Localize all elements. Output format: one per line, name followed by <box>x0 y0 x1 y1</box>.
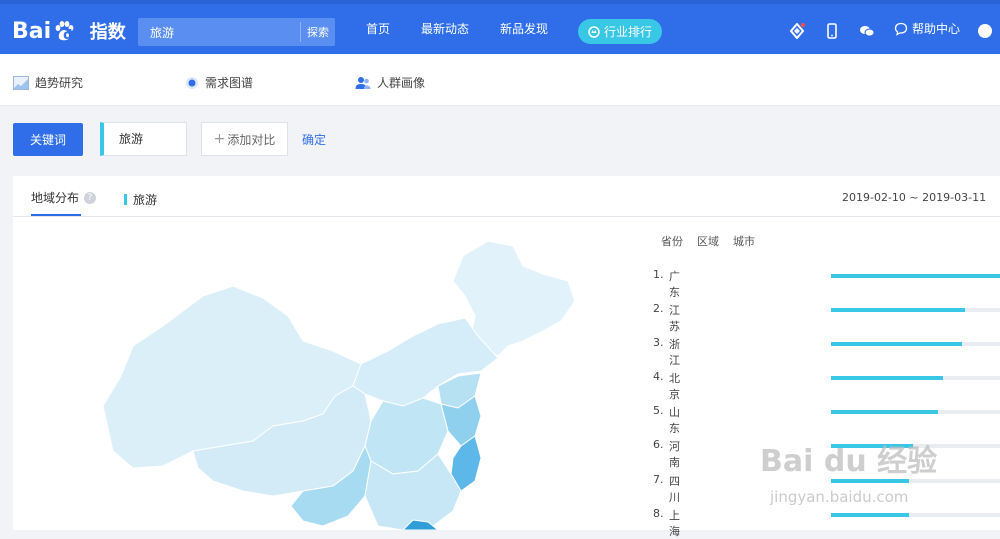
series-legend: 旅游 <box>124 191 157 208</box>
watermark-url: jingyan.baidu.com <box>770 488 909 506</box>
ranking-bar-fill <box>831 410 939 414</box>
baidu-index-logo[interactable]: Bai du 指数 <box>12 16 126 46</box>
nav-home[interactable]: 首页 <box>366 20 390 37</box>
search-box: 探索 <box>138 18 335 46</box>
ranking-bar-fill <box>831 274 1000 278</box>
help-question-icon[interactable]: ? <box>84 191 97 204</box>
search-input[interactable] <box>138 18 300 46</box>
ranking-bar-track <box>831 308 1000 312</box>
ranking-province-name: 广东 <box>669 270 680 299</box>
region-distribution-panel: 地域分布 ? 旅游 2019-02-10 ~ 2019-03-11 省份 区域 … <box>13 176 1000 538</box>
ranking-province-name: 山东 <box>669 406 680 435</box>
ranking-province-name: 江苏 <box>669 304 680 333</box>
industry-ranking-label: 行业排行 <box>603 25 652 39</box>
sub-navigation: 趋势研究 需求图谱 人群画像 <box>0 54 1000 106</box>
date-range[interactable]: 2019-02-10 ~ 2019-03-11 <box>842 191 986 204</box>
confirm-link[interactable]: 确定 <box>302 131 326 148</box>
keyword-chip[interactable]: 旅游 <box>100 122 187 156</box>
legend-label: 旅游 <box>133 193 158 207</box>
ranking-bar-fill <box>831 513 910 517</box>
ranking-bar-fill <box>831 376 944 380</box>
ranking-bar-track <box>831 274 1000 278</box>
crown-icon <box>588 25 600 38</box>
active-tab-indicator <box>31 214 81 216</box>
industry-ranking-button[interactable]: 行业排行 <box>578 19 662 44</box>
ranking-bar-track <box>831 342 1000 346</box>
ranking-bar-fill <box>831 308 966 312</box>
subnav-crowd-portrait-label: 人群画像 <box>377 76 426 90</box>
tab-region-distribution[interactable]: 地域分布 ? <box>31 189 97 206</box>
ranking-province-name: 浙江 <box>669 338 680 367</box>
subnav-crowd-portrait[interactable]: 人群画像 <box>355 74 425 91</box>
wechat-icon[interactable] <box>859 23 875 39</box>
people-icon <box>355 76 371 89</box>
ranking-province-name: 四川 <box>669 475 680 504</box>
logo-text-2: du <box>63 27 82 43</box>
keyword-button[interactable]: 关键词 <box>13 123 83 156</box>
diamond-logo-icon[interactable] <box>789 23 805 39</box>
nav-new-products[interactable]: 新品发现 <box>500 20 548 37</box>
panel-tabs: 地域分布 ? 旅游 2019-02-10 ~ 2019-03-11 <box>13 176 1000 217</box>
subnav-trend-research[interactable]: 趋势研究 <box>13 74 83 91</box>
subnav-trend-research-label: 趋势研究 <box>35 76 84 90</box>
tab-region-distribution-label: 地域分布 <box>31 191 80 205</box>
search-button[interactable]: 探索 <box>300 22 335 42</box>
ranking-bar-track <box>831 513 1000 517</box>
chat-bubble-icon <box>894 22 908 36</box>
china-heat-map[interactable] <box>103 236 583 530</box>
subnav-demand-graph[interactable]: 需求图谱 <box>185 74 253 91</box>
target-dot-icon <box>186 76 198 89</box>
logo-subtitle: 指数 <box>89 22 126 43</box>
ranking-province-name: 北京 <box>669 372 680 401</box>
legend-color-marker <box>124 194 127 205</box>
help-center-label: 帮助中心 <box>912 22 961 36</box>
ranking-province-name: 河南 <box>669 440 680 469</box>
ranking-bar-fill <box>831 342 962 346</box>
user-avatar[interactable] <box>978 24 992 38</box>
plus-icon: + <box>213 131 226 147</box>
subnav-demand-graph-label: 需求图谱 <box>205 76 254 90</box>
ranking-bar-track <box>831 410 1000 414</box>
help-center-link[interactable]: 帮助中心 <box>894 20 960 37</box>
top-bar: Bai du 指数 探索 首页 最新动态 新品发现 行业排行 <box>0 0 1000 54</box>
add-compare-label: 添加对比 <box>227 132 276 147</box>
tab-province[interactable]: 省份 <box>661 233 683 249</box>
logo-text: Bai <box>12 18 52 44</box>
tab-city[interactable]: 城市 <box>733 233 755 249</box>
ranking-province-name: 上海 <box>669 509 680 538</box>
mobile-icon[interactable] <box>824 23 840 39</box>
watermark: Bai du 经验 <box>760 444 938 479</box>
add-compare-button[interactable]: + 添加对比 <box>201 122 288 156</box>
tab-area[interactable]: 区域 <box>697 233 719 249</box>
ranking-bar-track <box>831 376 1000 380</box>
ranking-tabs: 省份 区域 城市 <box>661 233 755 249</box>
nav-latest-news[interactable]: 最新动态 <box>421 20 469 37</box>
trend-chart-icon <box>13 75 29 90</box>
